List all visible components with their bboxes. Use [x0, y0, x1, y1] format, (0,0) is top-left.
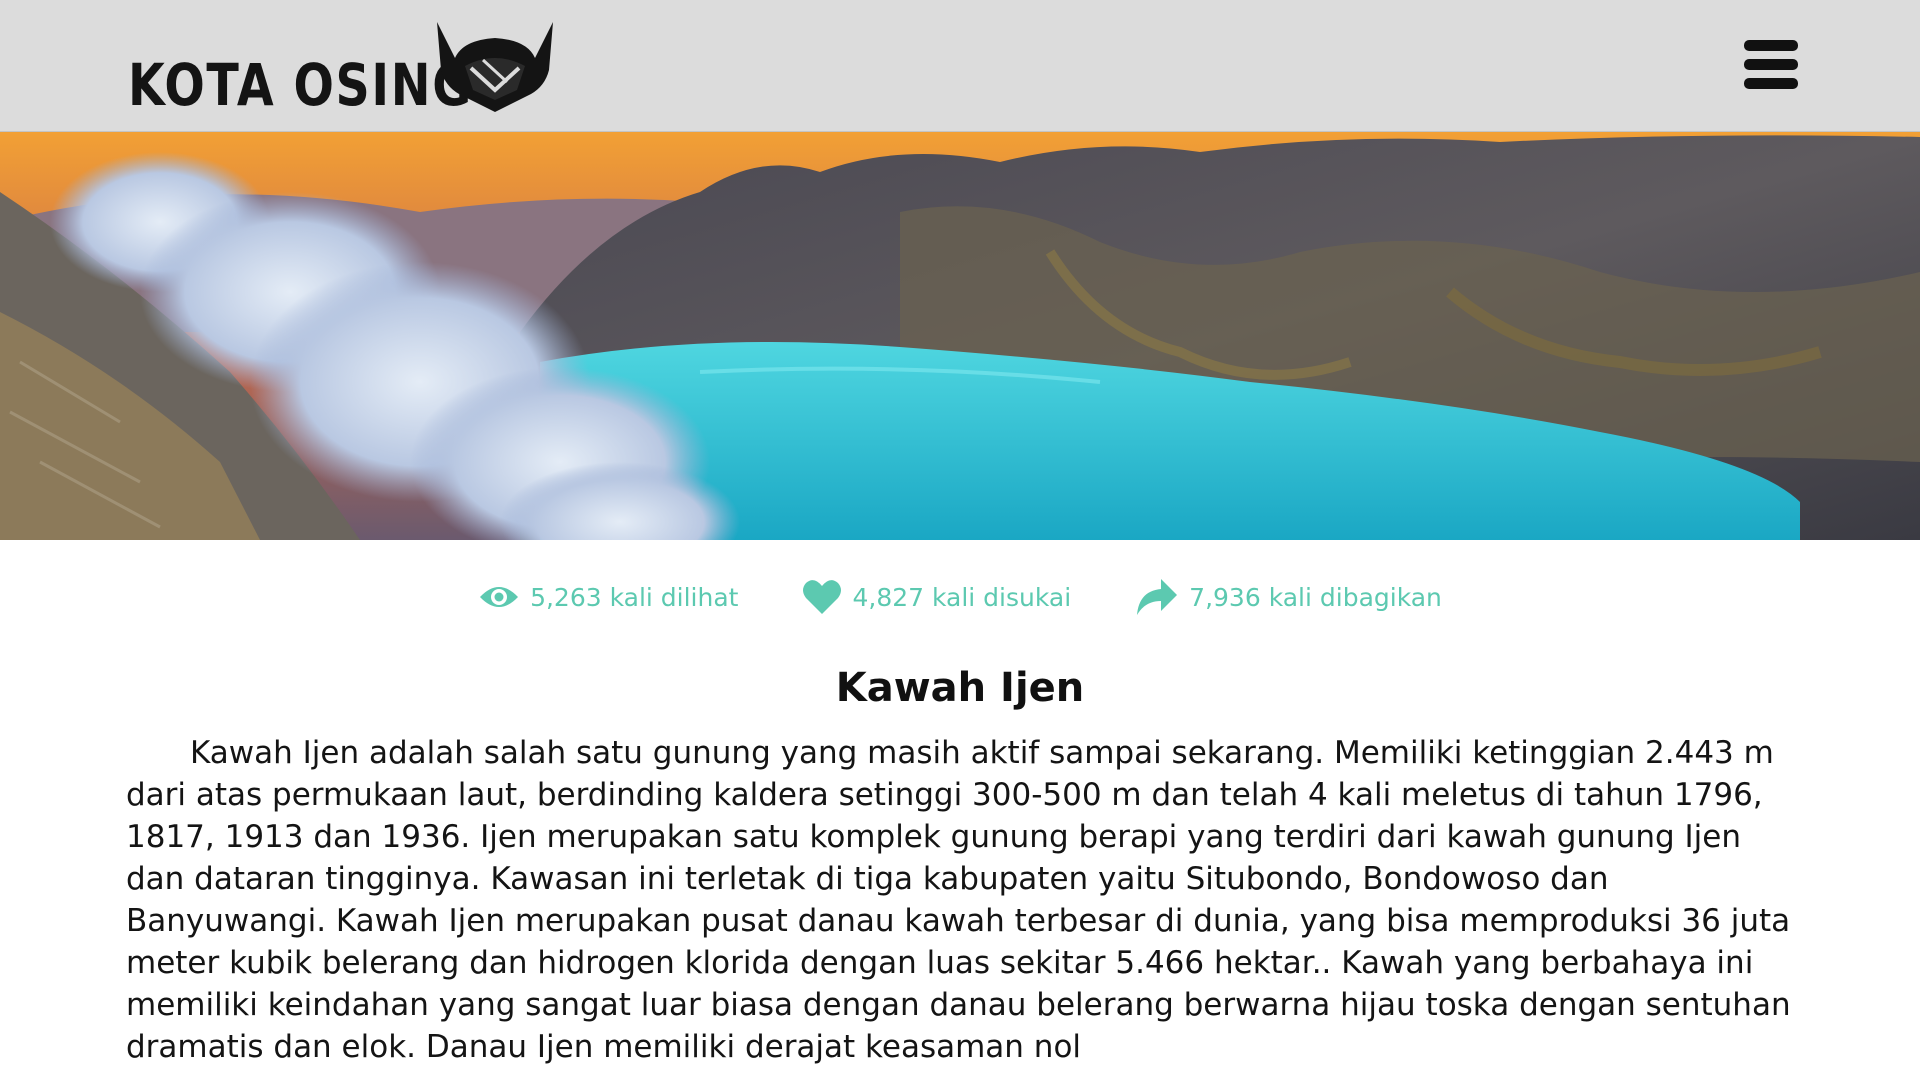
article-stats: 5,263 kali dilihat 4,827 kali disukai 7,… — [0, 572, 1920, 622]
shares-stat[interactable]: 7,936 kali dibagikan — [1135, 577, 1442, 617]
likes-count: 4,827 kali disukai — [852, 582, 1072, 612]
site-header: KOTA OSING — [0, 0, 1920, 132]
hamburger-menu-icon[interactable] — [1744, 40, 1798, 90]
horned-helmet-logo-icon — [437, 22, 553, 112]
views-stat: 5,263 kali dilihat — [478, 583, 738, 612]
heart-icon — [803, 580, 842, 614]
eye-icon — [480, 587, 519, 607]
shares-count: 7,936 kali dibagikan — [1189, 582, 1442, 612]
article-title: Kawah Ijen — [835, 665, 1085, 711]
logo-text: KOTA OSING — [128, 51, 473, 119]
site-logo[interactable]: KOTA OSING — [128, 20, 553, 119]
likes-stat[interactable]: 4,827 kali disukai — [802, 578, 1071, 616]
article-body: Kawah Ijen adalah salah satu gunung yang… — [126, 735, 1791, 1065]
hero-image — [0, 132, 1920, 540]
crater-lake-photo — [0, 132, 1920, 540]
views-count: 5,263 kali dilihat — [530, 582, 739, 612]
share-arrow-icon — [1137, 579, 1178, 615]
